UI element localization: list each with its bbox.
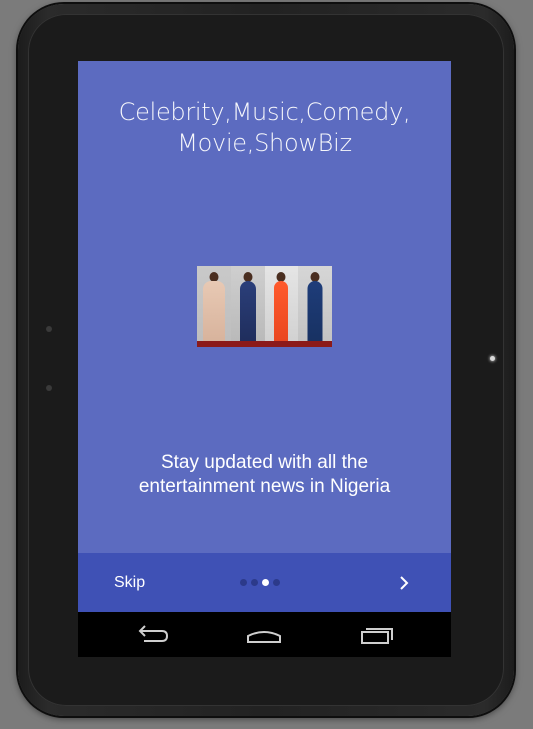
page-dot-active: [262, 579, 269, 586]
celebrity-photo: [197, 266, 332, 347]
page-dot: [273, 579, 280, 586]
system-nav-bar: [78, 612, 451, 657]
chevron-right-icon: [400, 576, 409, 590]
camera-lens: [490, 356, 495, 361]
headline-line-1: Celebrity,Music,Comedy,: [118, 98, 411, 126]
back-icon: [138, 625, 169, 642]
recents-button[interactable]: [358, 623, 398, 647]
onboarding-description: Stay updated with all the entertainment …: [138, 452, 391, 497]
home-button[interactable]: [244, 623, 284, 647]
recents-icon: [361, 628, 393, 644]
app-screen: Celebrity,Music,Comedy, Movie,ShowBiz St…: [78, 61, 451, 657]
back-button[interactable]: [132, 623, 172, 647]
page-dot: [240, 579, 247, 586]
page-title: Celebrity,Music,Comedy, Movie,ShowBiz: [78, 97, 451, 159]
onboarding-bottom-bar: Skip: [78, 553, 451, 612]
speaker-dot: [46, 385, 52, 391]
speaker-dot: [46, 326, 52, 332]
photo-person: [264, 266, 299, 347]
headline-line-2: Movie,ShowBiz: [177, 129, 352, 157]
page-indicator: [240, 579, 280, 586]
photo-person: [197, 266, 231, 347]
photo-person: [230, 266, 265, 347]
next-button[interactable]: [396, 573, 412, 593]
skip-button[interactable]: Skip: [114, 573, 145, 593]
home-icon: [247, 631, 281, 643]
photo-person: [298, 266, 332, 347]
page-dot: [251, 579, 258, 586]
